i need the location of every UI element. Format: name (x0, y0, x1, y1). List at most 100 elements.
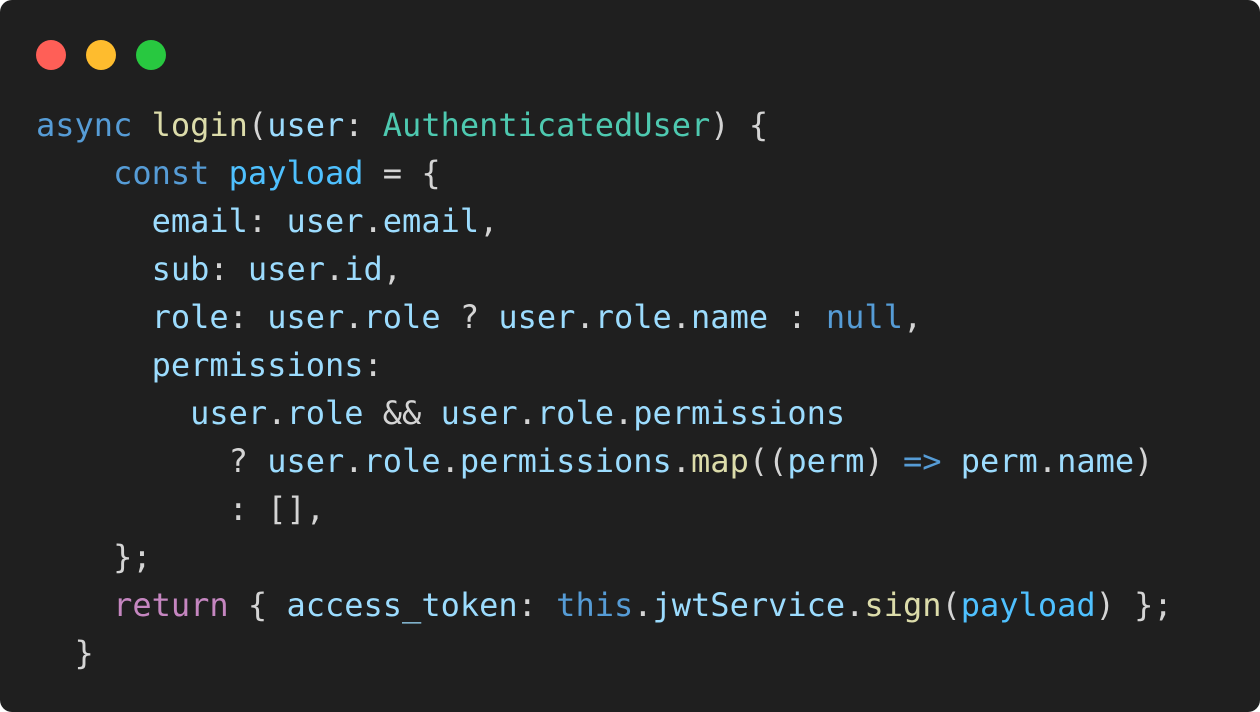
code-line: email: user.email, (36, 197, 1173, 245)
code-line: async login(user: AuthenticatedUser) { (36, 101, 1173, 149)
zoom-button[interactable] (136, 40, 166, 70)
code-token: ? (440, 298, 499, 336)
code-line: const payload = { (36, 149, 1173, 197)
code-token: name (691, 298, 769, 336)
code-token: async (36, 106, 133, 144)
code-token: . (440, 442, 460, 480)
code-token: role (594, 298, 672, 336)
code-token: access_token (286, 586, 518, 624)
code-token: : (517, 586, 557, 624)
code-line: }; (36, 533, 1173, 581)
code-token: . (671, 298, 692, 336)
code-token: user (498, 298, 576, 336)
code-block: async login(user: AuthenticatedUser) { c… (36, 101, 1173, 677)
code-token: perm (787, 442, 865, 480)
code-token: role (536, 394, 614, 432)
code-token: : (768, 298, 826, 336)
code-token: = { (363, 154, 441, 192)
code-token: . (344, 298, 364, 336)
code-token: user (190, 394, 268, 432)
code-token: jwtService (652, 586, 846, 624)
code-token: , (902, 298, 923, 336)
code-line: sub: user.id, (36, 245, 1173, 293)
code-token: permissions (151, 346, 364, 384)
code-token: login (151, 106, 248, 144)
code-token: && (363, 394, 441, 432)
code-token: email (382, 202, 480, 240)
code-token: }; (36, 538, 152, 576)
code-token: email (151, 202, 248, 240)
code-token: , (382, 250, 403, 288)
code-window: async login(user: AuthenticatedUser) { c… (0, 0, 1260, 712)
code-token: id (344, 250, 383, 288)
code-line: permissions: (36, 341, 1173, 389)
code-token: , (479, 202, 499, 240)
code-token: user (267, 298, 345, 336)
code-token: : (363, 346, 383, 384)
code-token: : (228, 298, 268, 336)
code-token: . (267, 394, 287, 432)
code-token: : (209, 250, 248, 288)
code-token: . (1037, 442, 1058, 480)
code-line: } (36, 629, 1173, 677)
window-controls (36, 40, 166, 70)
code-token: this (556, 586, 634, 624)
code-token: . (517, 394, 537, 432)
code-token: . (344, 442, 364, 480)
code-line: user.role && user.role.permissions (36, 389, 1173, 437)
code-token: ) (864, 442, 903, 480)
code-token: . (613, 394, 634, 432)
code-token: } (36, 634, 94, 672)
code-token: permissions (633, 394, 846, 432)
code-token: perm (960, 442, 1038, 480)
code-token: user (286, 202, 364, 240)
code-token: ) (1134, 442, 1154, 480)
code-token: permissions (459, 442, 672, 480)
code-token: ? (36, 442, 268, 480)
code-token: map (691, 442, 749, 480)
code-token: name (1057, 442, 1135, 480)
code-token: user (267, 106, 345, 144)
code-token: (( (748, 442, 788, 480)
minimize-button[interactable] (86, 40, 116, 70)
code-token: AuthenticatedUser (382, 106, 711, 144)
code-token: ) }; (1095, 586, 1173, 624)
code-token: . (633, 586, 653, 624)
code-token: . (575, 298, 595, 336)
code-token: . (845, 586, 865, 624)
code-line: ? user.role.permissions.map((perm) => pe… (36, 437, 1173, 485)
code-token: role (151, 298, 229, 336)
code-token: const (113, 154, 210, 192)
code-token: { (228, 586, 287, 624)
code-token: . (324, 250, 345, 288)
code-line: role: user.role ? user.role.name : null, (36, 293, 1173, 341)
code-token: : (344, 106, 383, 144)
code-token: null (825, 298, 903, 336)
code-token: user (247, 250, 325, 288)
close-button[interactable] (36, 40, 66, 70)
code-line: return { access_token: this.jwtService.s… (36, 581, 1173, 629)
code-token: payload (228, 154, 364, 192)
code-token: => (902, 442, 942, 480)
code-token: . (671, 442, 692, 480)
code-token: payload (960, 586, 1096, 624)
code-token: : [], (36, 490, 325, 528)
code-token: . (363, 202, 383, 240)
code-token: return (113, 586, 229, 624)
code-token: user (440, 394, 518, 432)
code-line: : [], (36, 485, 1173, 533)
code-token: role (363, 442, 441, 480)
code-token: user (267, 442, 345, 480)
code-token: role (286, 394, 364, 432)
code-token: ) { (710, 106, 769, 144)
code-token: sub (151, 250, 210, 288)
